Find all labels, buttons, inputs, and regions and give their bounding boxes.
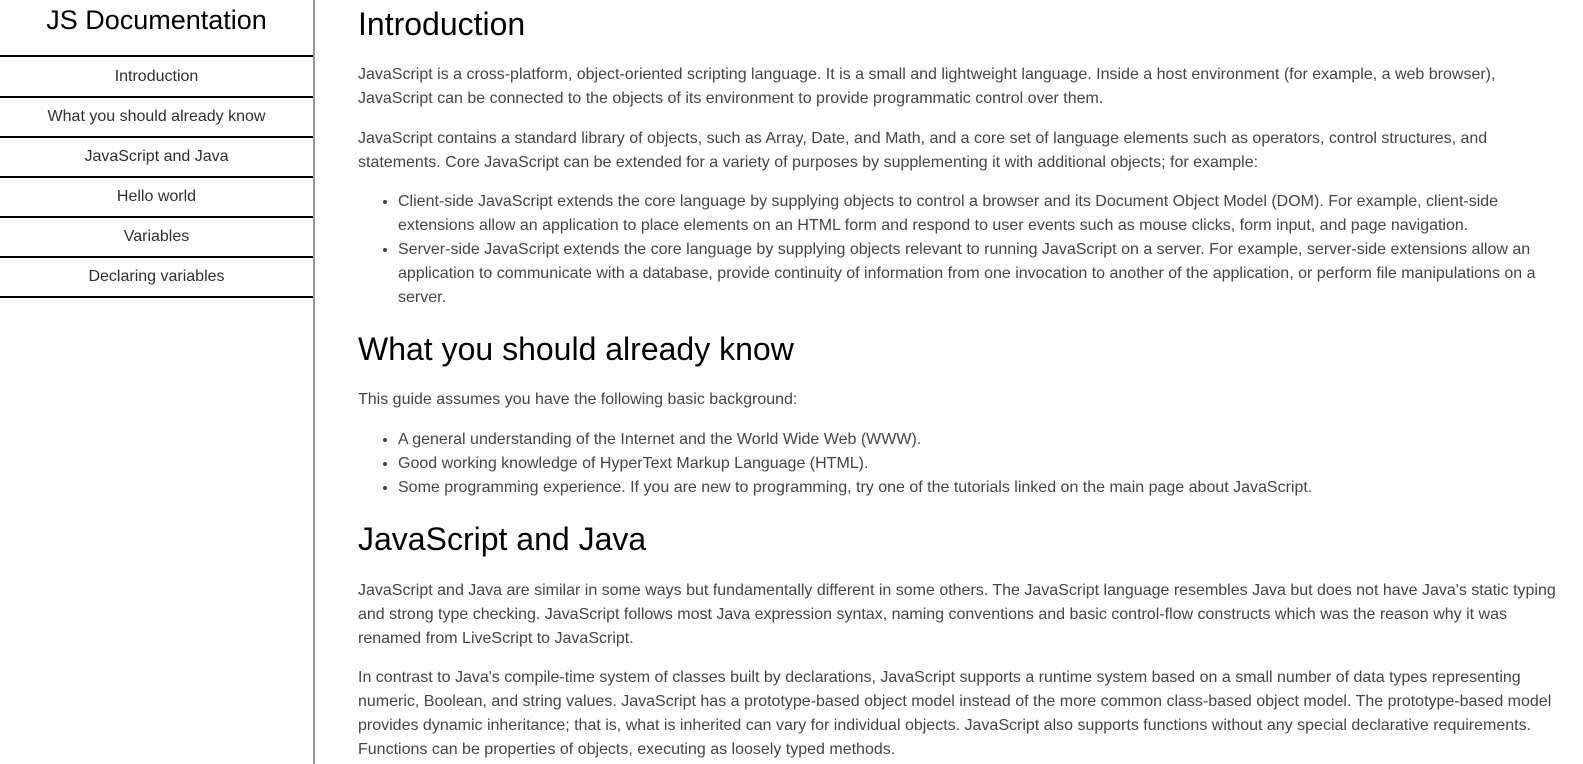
intro-paragraph-1: JavaScript is a cross-platform, object-o… <box>358 66 1496 107</box>
navbar-title: JS Documentation <box>0 0 313 57</box>
main-doc: Introduction JavaScript is a cross-platf… <box>358 0 1573 764</box>
nav-link-introduction[interactable]: Introduction <box>0 57 313 98</box>
navbar: JS Documentation Introduction What you s… <box>0 0 315 764</box>
nav-link-declaring-variables[interactable]: Declaring variables <box>0 258 313 298</box>
nav-link-variables[interactable]: Variables <box>0 218 313 258</box>
knowledge-paragraph: This guide assumes you have the followin… <box>358 391 798 408</box>
knowledge-list: A general understanding of the Internet … <box>358 428 1573 500</box>
list-item: Client-side JavaScript extends the core … <box>398 190 1573 238</box>
section-heading-what-you-should-already-know: What you should already know <box>358 331 794 367</box>
java-paragraph-1: JavaScript and Java are similar in some … <box>358 582 1556 647</box>
intro-list: Client-side JavaScript extends the core … <box>358 190 1573 310</box>
list-item: Server-side JavaScript extends the core … <box>398 238 1573 310</box>
list-item: Some programming experience. If you are … <box>398 476 1573 500</box>
nav-list: Introduction What you should already kno… <box>0 57 313 298</box>
section-heading-javascript-and-java: JavaScript and Java <box>358 521 647 557</box>
intro-paragraph-2: JavaScript contains a standard library o… <box>358 130 1488 171</box>
nav-link-what-you-should-already-know[interactable]: What you should already know <box>0 98 313 138</box>
section-heading-introduction: Introduction <box>358 6 526 42</box>
list-item: Good working knowledge of HyperText Mark… <box>398 452 1573 476</box>
nav-link-javascript-and-java[interactable]: JavaScript and Java <box>0 138 313 178</box>
java-paragraph-2: In contrast to Java's compile-time syste… <box>358 669 1552 758</box>
list-item: A general understanding of the Internet … <box>398 428 1573 452</box>
nav-link-hello-world[interactable]: Hello world <box>0 178 313 218</box>
